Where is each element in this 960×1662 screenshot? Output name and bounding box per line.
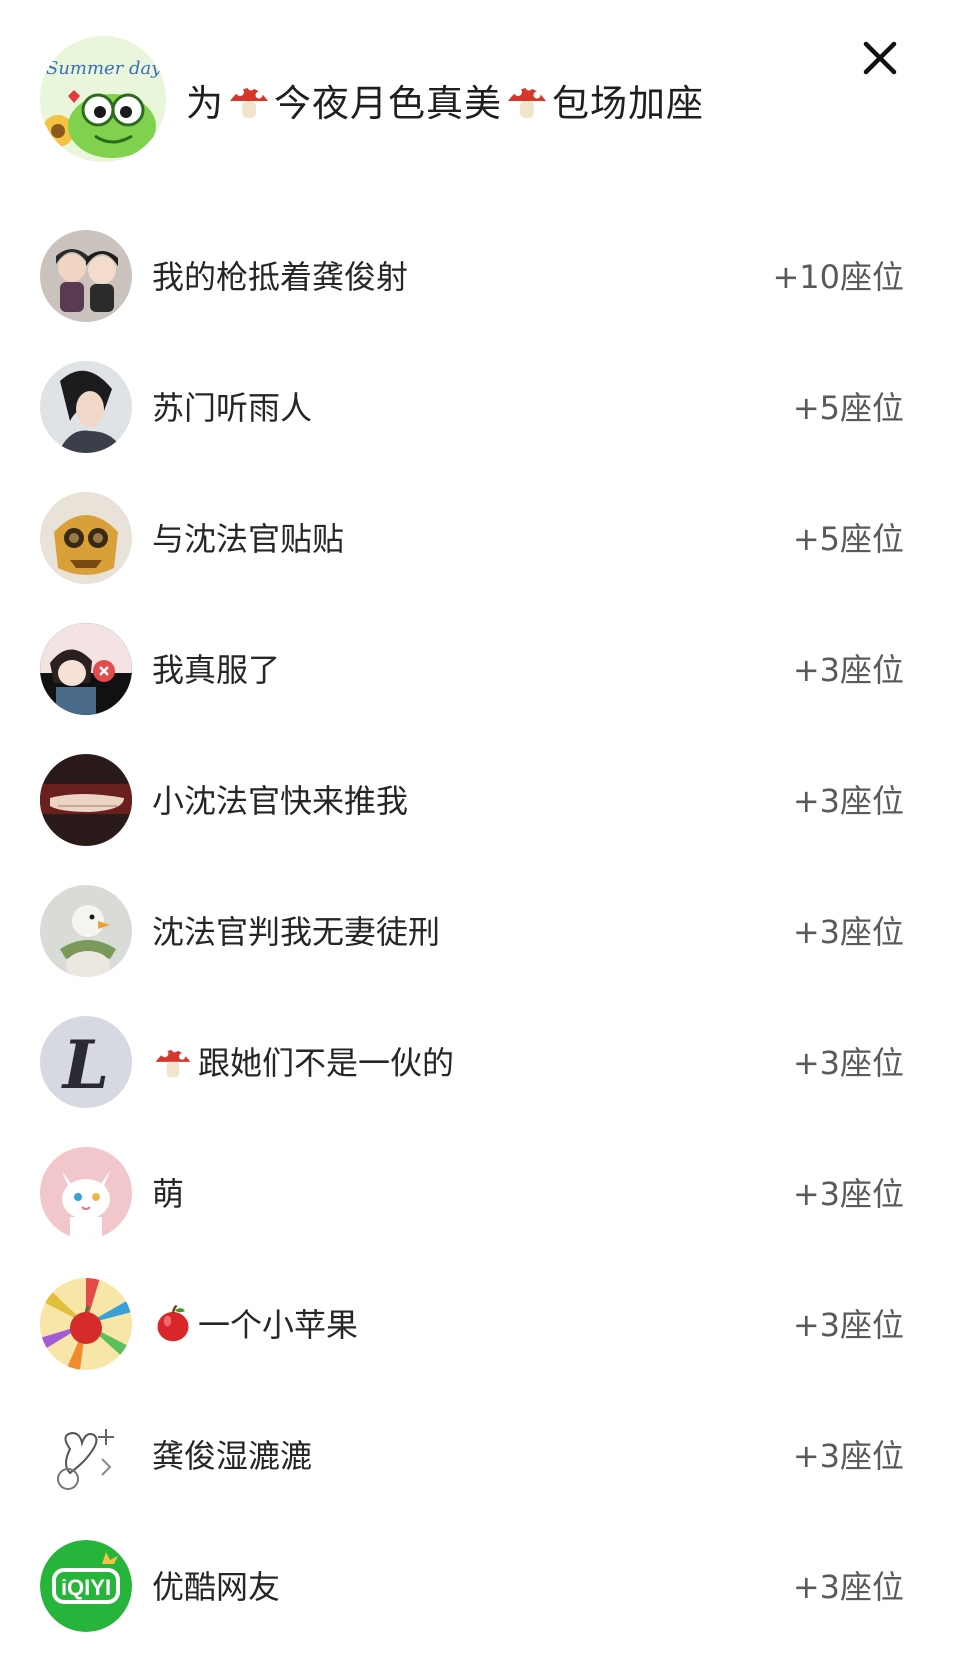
list-item[interactable]: 我真服了 +3座位	[0, 603, 960, 734]
header-avatar-text: Summer day	[46, 58, 162, 79]
seat-count: +3座位	[792, 651, 904, 689]
seat-count: +3座位	[792, 1437, 904, 1475]
avatar[interactable]	[40, 754, 132, 846]
iqiyi-logo-text: iQIYI	[61, 1575, 111, 1600]
list-item[interactable]: L 跟她们不是一伙的 +3座位	[0, 996, 960, 1127]
user-name-group: 一个小苹果	[152, 1298, 358, 1348]
list-item[interactable]: iQIYI 优酷网友 +3座位	[0, 1520, 960, 1651]
user-name: 与沈法官贴贴	[152, 520, 345, 558]
avatar[interactable]	[40, 1278, 132, 1370]
list-item[interactable]: 与沈法官贴贴 +5座位	[0, 472, 960, 603]
seat-count: +3座位	[792, 1568, 904, 1606]
seat-contributor-list: 我的枪抵着龚俊射 +10座位 苏门听雨人 +5座位 与沈法官贴贴 +5座位 我真…	[0, 210, 960, 1651]
avatar[interactable]	[40, 230, 132, 322]
user-name: 优酷网友	[152, 1568, 281, 1606]
user-name: 我真服了	[152, 651, 281, 689]
list-item[interactable]: 一个小苹果 +3座位	[0, 1258, 960, 1389]
list-item[interactable]: 苏门听雨人 +5座位	[0, 341, 960, 472]
seat-count: +5座位	[792, 389, 904, 427]
user-name: 我的枪抵着龚俊射	[152, 258, 409, 296]
user-name-group: 跟她们不是一伙的	[152, 1036, 454, 1086]
title-room-name: 今夜月色真美	[274, 82, 502, 125]
seat-count: +5座位	[792, 520, 904, 558]
list-item[interactable]: 沈法官判我无妻徒刑 +3座位	[0, 865, 960, 996]
avatar[interactable]: L	[40, 1016, 132, 1108]
user-name: 苏门听雨人	[152, 389, 313, 427]
avatar[interactable]	[40, 885, 132, 977]
seat-count: +10座位	[772, 258, 904, 296]
avatar[interactable]	[40, 1147, 132, 1239]
title-prefix: 为	[186, 82, 224, 125]
avatar[interactable]	[40, 1409, 132, 1501]
avatar-letter: L	[61, 1026, 109, 1104]
seat-count: +3座位	[792, 782, 904, 820]
header: Summer day 为 今夜月色真美 包场加座	[0, 0, 960, 200]
avatar[interactable]	[40, 361, 132, 453]
user-name: 跟她们不是一伙的	[198, 1044, 455, 1082]
list-item[interactable]: 萌 +3座位	[0, 1127, 960, 1258]
list-item[interactable]: 龚俊湿漉漉 +3座位	[0, 1389, 960, 1520]
user-name: 一个小苹果	[198, 1306, 359, 1344]
list-item[interactable]: 小沈法官快来推我 +3座位	[0, 734, 960, 865]
list-item[interactable]: 我的枪抵着龚俊射 +10座位	[0, 210, 960, 341]
mushroom-icon	[155, 1045, 191, 1078]
seat-count: +3座位	[792, 1175, 904, 1213]
apple-icon	[157, 1304, 189, 1342]
mushroom-icon	[508, 83, 546, 118]
avatar[interactable]: iQIYI	[40, 1540, 132, 1632]
close-button[interactable]	[852, 30, 908, 86]
avatar[interactable]	[40, 492, 132, 584]
user-name: 龚俊湿漉漉	[152, 1437, 313, 1475]
mushroom-icon	[230, 83, 268, 118]
user-name: 小沈法官快来推我	[152, 782, 409, 820]
seat-count: +3座位	[792, 913, 904, 951]
seat-count: +3座位	[792, 1306, 904, 1344]
title-suffix: 包场加座	[552, 82, 704, 125]
user-name: 萌	[152, 1175, 185, 1213]
header-avatar: Summer day	[40, 36, 166, 162]
avatar[interactable]	[40, 623, 132, 715]
seat-count: +3座位	[792, 1044, 904, 1082]
close-icon	[863, 41, 897, 75]
user-name: 沈法官判我无妻徒刑	[152, 913, 441, 951]
page-title: 为 今夜月色真美 包场加座	[186, 70, 704, 130]
